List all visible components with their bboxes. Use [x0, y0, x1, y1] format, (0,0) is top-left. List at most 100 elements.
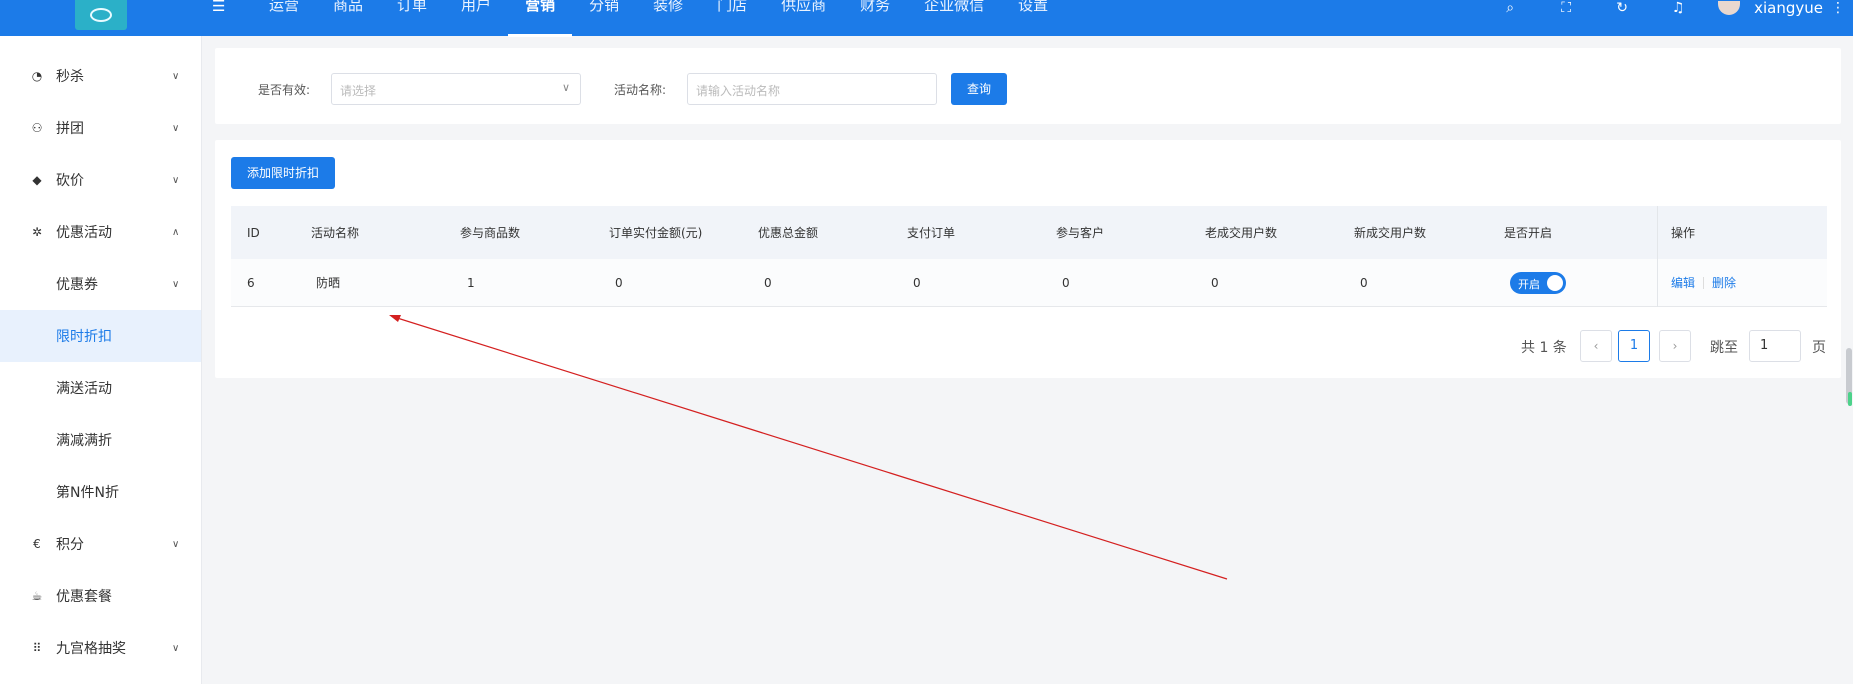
valid-select-placeholder: 请选择 [340, 84, 377, 98]
col-orders: 支付订单 [907, 226, 956, 240]
goto-label: 跳至 [1710, 340, 1738, 356]
col-enabled: 是否开启 [1504, 226, 1553, 240]
bell-icon[interactable]: ♫ [1650, 1, 1706, 15]
sidebar-item-label: 满减满折 [56, 433, 112, 449]
goto-page-input[interactable]: 1 [1749, 330, 1801, 362]
sidebar-item-jiugongge[interactable]: ⠿ 九宫格抽奖 ∨ [0, 622, 201, 674]
chevron-down-icon: ∨ [172, 278, 180, 290]
sidebar-item-kanjia[interactable]: ◆ 砍价 ∨ [0, 154, 201, 206]
nav-gongyingshang[interactable]: 供应商 [764, 0, 843, 34]
col-old-users: 老成交用户数 [1205, 226, 1278, 240]
euro-icon: € [33, 537, 41, 551]
username[interactable]: xiangyue [1754, 1, 1823, 16]
next-page-button[interactable]: › [1659, 330, 1691, 362]
sidebar-item-manjian[interactable]: 满减满折 [0, 414, 201, 466]
cell-name: 防晒 [316, 276, 341, 290]
col-paid: 订单实付金额(元) [609, 226, 703, 240]
sidebar-item-pintuan[interactable]: ⚇ 拼团 ∨ [0, 102, 201, 154]
switch-knob [1547, 274, 1563, 291]
tag-icon: ◆ [32, 173, 42, 187]
activity-name-placeholder: 请输入活动名称 [696, 84, 781, 98]
cell-id: 6 [247, 275, 255, 290]
activity-name-input[interactable]: 请输入活动名称 [687, 73, 937, 105]
action-divider [1703, 276, 1705, 289]
cell-orders: 0 [913, 275, 921, 290]
sidebar-item-label: 砍价 [56, 173, 84, 189]
fullscreen-icon[interactable]: ⛶ [1538, 1, 1594, 15]
grid-icon: ⠿ [32, 641, 42, 655]
nav-yonghu[interactable]: 用户 [444, 0, 508, 34]
switch-label: 开启 [1518, 277, 1540, 291]
cell-goods: 1 [467, 275, 475, 290]
sidebar-item-label: 拼团 [56, 121, 84, 137]
chevron-down-icon: ∨ [561, 81, 570, 94]
col-goods: 参与商品数 [460, 226, 521, 240]
col-new-users: 新成交用户数 [1354, 226, 1427, 240]
sidebar-item-label: 积分 [56, 537, 84, 553]
sidebar-item-taocan[interactable]: ☕ 优惠套餐 [0, 570, 201, 622]
chevron-down-icon: ∨ [172, 642, 180, 654]
chevron-down-icon: ∨ [172, 174, 180, 186]
avatar[interactable] [1718, 1, 1741, 15]
cell-discount: 0 [764, 275, 772, 290]
nav-mendian[interactable]: 门店 [700, 0, 764, 34]
logo[interactable] [75, 0, 127, 30]
sidebar-item-label: 九宫格抽奖 [56, 641, 126, 657]
sidebar-item-youhuiquan[interactable]: 优惠券 ∨ [0, 258, 201, 310]
more-vertical-icon[interactable]: ⋮ [1823, 1, 1853, 15]
add-discount-button[interactable]: 添加限时折扣 [231, 157, 335, 189]
menu-fold-icon[interactable]: ☰ [212, 0, 225, 14]
scroll-indicator [1848, 392, 1852, 406]
top-navbar: ☰ 运营 商品 订单 用户 营销 分销 装修 门店 供应商 财务 企业微信 设置… [0, 0, 1853, 37]
nav-zhuangxiu[interactable]: 装修 [636, 0, 700, 34]
nav-yunying[interactable]: 运营 [252, 0, 316, 34]
sidebar-item-label: 优惠券 [56, 277, 98, 293]
name-filter-label: 活动名称: [614, 83, 667, 97]
sidebar-item-miaosha[interactable]: ◔ 秒杀 ∨ [0, 50, 201, 102]
sidebar-item-label: 优惠套餐 [56, 589, 112, 605]
col-customers: 参与客户 [1056, 226, 1105, 240]
prev-page-button[interactable]: ‹ [1580, 330, 1612, 362]
col-discount: 优惠总金额 [758, 226, 819, 240]
nav-shangpin[interactable]: 商品 [316, 0, 380, 34]
gift-icon: ✲ [31, 225, 43, 239]
cell-paid: 0 [615, 275, 623, 290]
page-number-button[interactable]: 1 [1618, 330, 1650, 362]
nav-shezhi[interactable]: 设置 [1001, 0, 1065, 34]
fixed-column-divider [1657, 206, 1658, 307]
sidebar-item-label: 优惠活动 [56, 225, 112, 241]
nav-yingxiao[interactable]: 营销 [508, 0, 573, 37]
sidebar-item-label: 第N件N折 [56, 485, 119, 501]
query-button[interactable]: 查询 [951, 73, 1007, 105]
sidebar-item-youhuihuodong[interactable]: ✲ 优惠活动 ∧ [0, 206, 201, 258]
cell-enabled: 开启 [1510, 259, 1566, 306]
discount-table: ID 活动名称 参与商品数 订单实付金额(元) 优惠总金额 支付订单 参与客户 … [231, 206, 1827, 307]
chevron-down-icon: ∨ [172, 538, 180, 550]
chevron-up-icon: ∧ [172, 226, 180, 238]
refresh-icon[interactable]: ↻ [1594, 1, 1650, 15]
edit-link[interactable]: 编辑 [1671, 274, 1695, 291]
valid-select[interactable]: 请选择 ∨ [331, 73, 581, 105]
clock-icon: ◔ [31, 69, 43, 83]
enabled-switch[interactable]: 开启 [1510, 271, 1566, 294]
logo-mark [90, 8, 112, 22]
sidebar-item-jifen[interactable]: € 积分 ∨ [0, 518, 201, 570]
search-icon[interactable]: ⌕ [1482, 1, 1538, 15]
sidebar-item-mansong[interactable]: 满送活动 [0, 362, 201, 414]
sidebar-item-dinjian[interactable]: 第N件N折 [0, 466, 201, 518]
cell-old-users: 0 [1211, 275, 1219, 290]
valid-filter-label: 是否有效: [258, 83, 311, 97]
nav-qiyeweixin[interactable]: 企业微信 [907, 0, 1001, 34]
cell-actions: 编辑 删除 [1671, 259, 1736, 306]
nav-caiwu[interactable]: 财务 [843, 0, 907, 34]
col-actions: 操作 [1671, 226, 1696, 240]
sidebar-item-xianshizhekou[interactable]: 限时折扣 [0, 310, 201, 362]
delete-link[interactable]: 删除 [1712, 274, 1736, 291]
top-actions: ⌕ ⛶ ↻ ♫ xiangyue ⋮ [1482, 0, 1853, 16]
table-header: ID 活动名称 参与商品数 订单实付金额(元) 优惠总金额 支付订单 参与客户 … [231, 206, 1827, 259]
pagination-total: 共 1 条 [1521, 340, 1567, 356]
nav-fenxiao[interactable]: 分销 [572, 0, 636, 34]
page-suffix: 页 [1812, 340, 1826, 356]
sidebar-item-label: 秒杀 [56, 69, 84, 85]
nav-dingdan[interactable]: 订单 [380, 0, 444, 34]
